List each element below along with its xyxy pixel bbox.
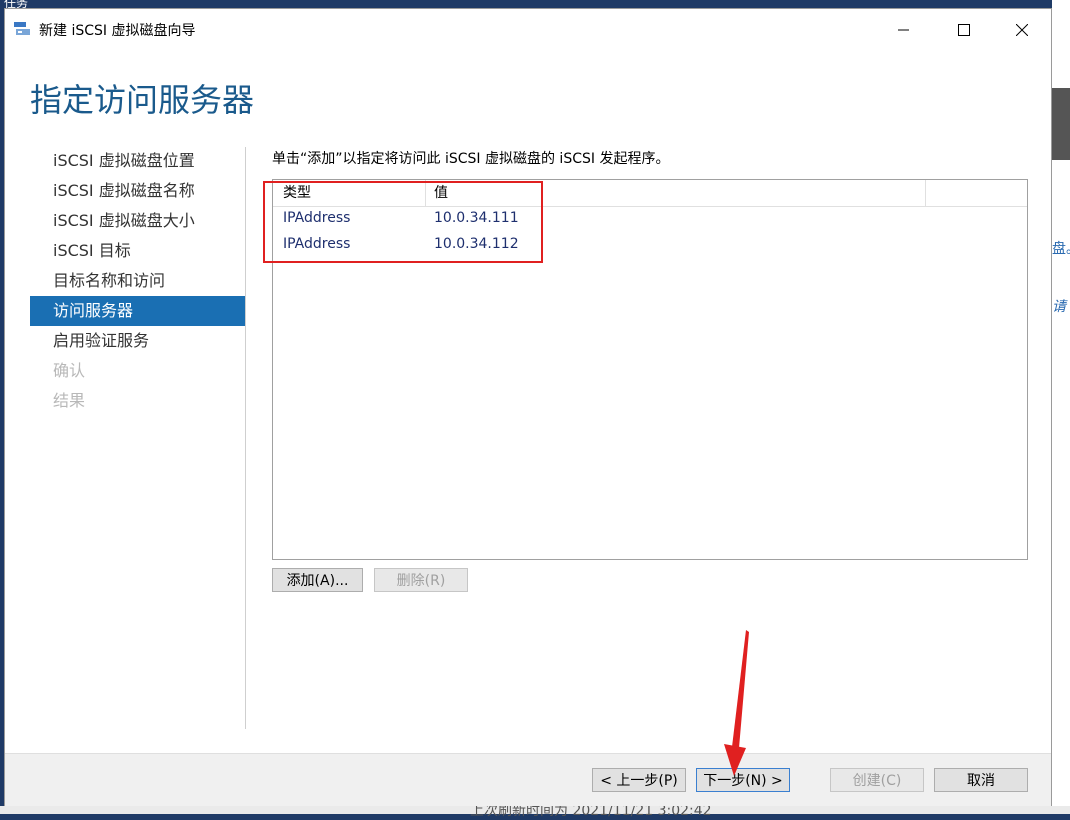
maximize-icon <box>958 24 970 36</box>
background-text: 盘。 <box>1052 241 1070 257</box>
page-title: 指定访问服务器 <box>30 81 255 119</box>
nav-step-item[interactable]: iSCSI 虚拟磁盘位置 <box>30 146 245 176</box>
nav-step-item: 结果 <box>53 391 86 410</box>
nav-step-item[interactable]: 目标名称和访问 <box>30 266 245 296</box>
background-text: 请 i <box>1052 299 1070 315</box>
iscsi-disk-icon <box>14 22 30 35</box>
nav-step-item[interactable]: 访问服务器 <box>30 296 245 326</box>
nav-divider <box>245 147 246 729</box>
wizard-window: 新建 iSCSI 虚拟磁盘向导 指定访问服务器 iSCSI 虚拟磁盘位置 iSCS… <box>4 8 1052 806</box>
previous-button[interactable]: < 上一步(P) <box>592 768 686 792</box>
close-button[interactable] <box>999 15 1045 45</box>
nav-step-item[interactable]: 启用验证服务 <box>30 326 245 356</box>
nav-step-item: 确认 <box>53 361 86 380</box>
nav-step-item[interactable]: iSCSI 虚拟磁盘大小 <box>30 206 245 236</box>
window-title: 新建 iSCSI 虚拟磁盘向导 <box>39 23 196 39</box>
title-bar[interactable]: 新建 iSCSI 虚拟磁盘向导 <box>5 9 1051 49</box>
background-status: 上次刷新时间为 2021/11/21 3:02:42 <box>0 803 1070 819</box>
cancel-button[interactable]: 取消 <box>934 768 1028 792</box>
wizard-steps-nav: iSCSI 虚拟磁盘位置 iSCSI 虚拟磁盘名称 iSCSI 虚拟磁盘大小 iSCS… <box>30 146 245 416</box>
red-highlight-annotation <box>263 181 543 263</box>
wizard-footer: < 上一步(P) 下一步(N) > 创建(C) 取消 <box>5 753 1051 806</box>
nav-step-item[interactable]: iSCSI 虚拟磁盘名称 <box>30 176 245 206</box>
remove-button[interactable]: 删除(R) <box>374 568 468 592</box>
nav-step-item[interactable]: iSCSI 目标 <box>30 236 245 266</box>
create-button[interactable]: 创建(C) <box>830 768 924 792</box>
instruction-text: 单击“添加”以指定将访问此 iSCSI 虚拟磁盘的 iSCSI 发起程序。 <box>272 151 670 167</box>
next-button[interactable]: 下一步(N) > <box>696 768 790 792</box>
background-window: 盘。 请 i <box>1052 0 1070 814</box>
minimize-button[interactable] <box>881 15 927 45</box>
maximize-button[interactable] <box>941 15 987 45</box>
close-icon <box>1016 24 1028 36</box>
add-button[interactable]: 添加(A)... <box>272 568 363 592</box>
minimize-icon <box>898 29 909 31</box>
